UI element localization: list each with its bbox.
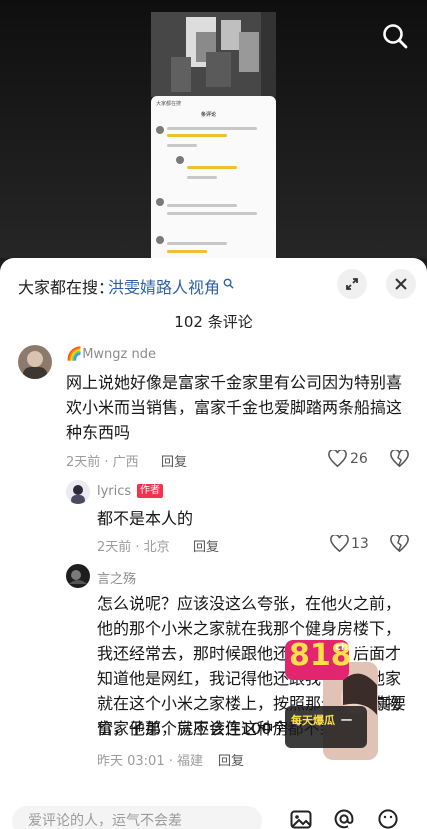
ad-overlay[interactable]: 818 chiGUA 每天爆瓜 一 — [285, 638, 415, 760]
comment-username[interactable]: 言之殇 — [97, 568, 136, 587]
comment-username[interactable]: lyrics — [97, 484, 131, 499]
avatar-image — [66, 480, 90, 504]
ad-line1: 每天爆瓜 — [291, 714, 335, 727]
comment-text-line: 富家子弟，就不会住这种房 — [97, 719, 290, 738]
avatar[interactable] — [66, 564, 90, 588]
comment-meta: 2天前 · 北京 — [97, 540, 170, 555]
close-button[interactable] — [386, 269, 416, 299]
like-count: 26 — [350, 451, 368, 467]
expand-icon — [346, 278, 358, 290]
avatar-image — [66, 564, 90, 588]
like-heart-icon[interactable] — [330, 535, 349, 552]
image-picker-icon[interactable] — [290, 810, 312, 829]
rainbow-emoji-icon: 🌈 — [66, 347, 83, 362]
sheet-header: 大家都在搜： 洪雯婧路人视角 — [0, 258, 427, 310]
comment-text: 都不是本人的 — [97, 509, 194, 528]
video-preview-area[interactable]: 大家都在搜 条评论 — [0, 0, 427, 258]
comment-text: 网上说她好像是富家千金家里有公司因为特别喜欢小米而当销售，富家千金也爱脚踏两条船… — [66, 373, 403, 442]
like-heart-icon[interactable] — [328, 450, 347, 467]
author-badge: 作者 — [137, 484, 163, 498]
close-icon — [395, 278, 407, 290]
reply-button[interactable]: 回复 — [193, 536, 219, 555]
search-icon[interactable] — [223, 278, 234, 289]
ad-line2: 一 — [341, 714, 352, 727]
expand-button[interactable] — [337, 269, 367, 299]
avatar[interactable] — [66, 480, 90, 504]
reply-button[interactable]: 回复 — [161, 451, 187, 470]
emoji-icon[interactable] — [378, 809, 398, 829]
ad-brand-sub: chiGUA — [335, 642, 376, 653]
screenshot-thumbnail: 大家都在搜 条评论 — [151, 96, 276, 258]
reply-button[interactable]: 回复 — [218, 750, 244, 769]
avatar[interactable] — [18, 345, 52, 379]
mention-icon[interactable] — [334, 809, 354, 829]
search-suggestion-prefix: 大家都在搜： — [18, 278, 115, 297]
comment-meta: 2天前 · 广西 — [66, 455, 139, 470]
comment-count-title: 102 条评论 — [174, 313, 253, 331]
dislike-broken-heart-icon[interactable] — [390, 535, 409, 552]
avatar-image — [18, 345, 52, 379]
comment-username[interactable]: 🌈Mwngz nde — [66, 347, 156, 362]
dislike-broken-heart-icon[interactable] — [390, 450, 409, 467]
like-count: 13 — [351, 536, 369, 552]
comment-meta: 昨天 03:01 · 福建 — [97, 754, 203, 769]
search-icon[interactable] — [381, 22, 409, 50]
comment-input-placeholder: 爱评论的人，运气不会差 — [28, 813, 182, 829]
video-thumbnail-pixelated — [151, 12, 276, 97]
search-suggestion-link[interactable]: 洪雯婧路人视角 — [108, 274, 220, 298]
